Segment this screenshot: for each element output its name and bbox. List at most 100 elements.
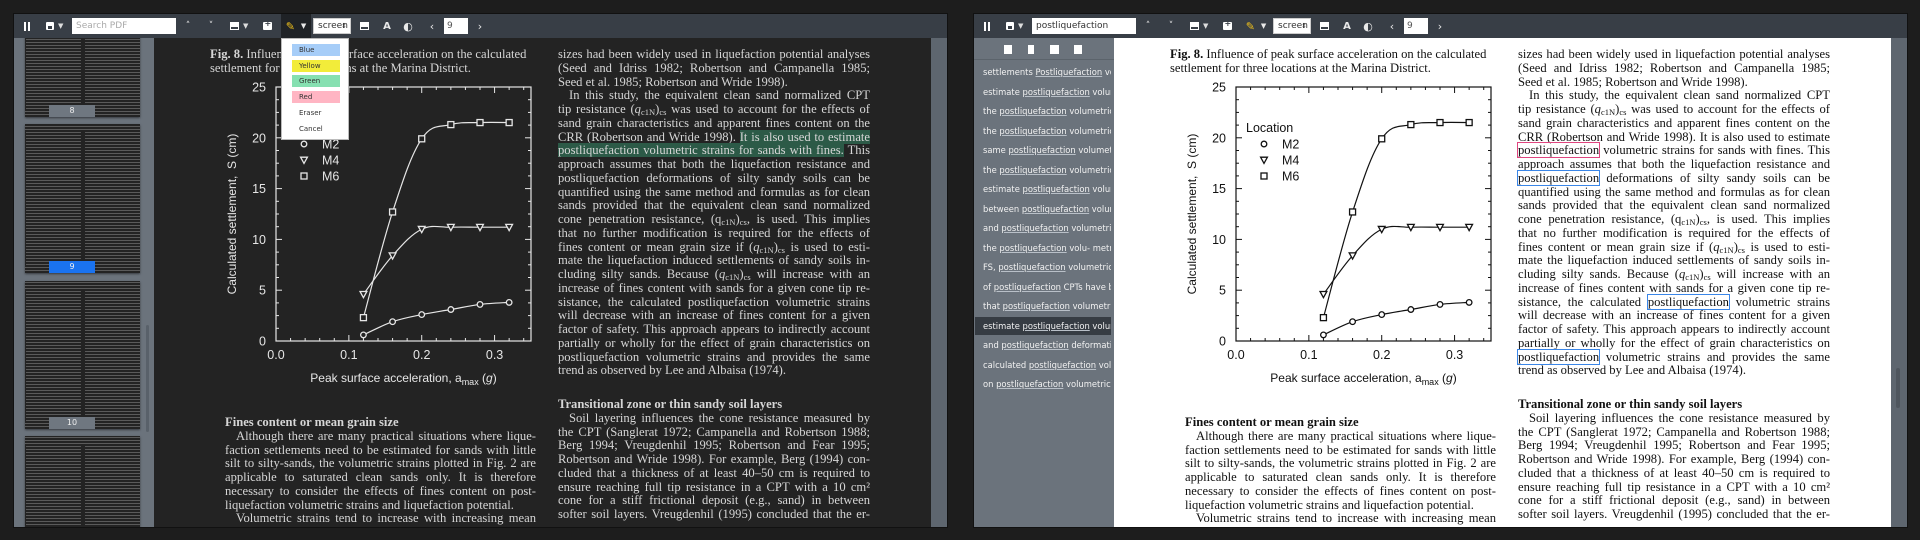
result-prefix: same (983, 145, 1009, 155)
search-result-item[interactable]: the postliquefaction volumetric st... (975, 161, 1111, 179)
search-result-item[interactable]: estimate postliquefaction volumet... (975, 83, 1111, 101)
y-tick-label: 15 (1212, 182, 1226, 196)
dark-mode-button[interactable]: ◐ (1362, 14, 1374, 38)
zoom-mode-select[interactable]: screen ⇕ (313, 18, 351, 34)
x-axis-label-part: Peak surface acceleration, a (310, 371, 462, 385)
sidebar-toggle-button[interactable] (980, 14, 994, 38)
signature-button[interactable] (228, 14, 240, 38)
comment-icon[interactable] (1050, 45, 1059, 54)
image-button[interactable] (358, 14, 370, 38)
bookmark-icon[interactable] (1028, 45, 1034, 54)
pdf-viewer-window-dark: ▼ Search PDF ˄ ˅ ▼ ✎▼ screen⇕ A ◐ ‹ › 89… (14, 14, 947, 527)
search-result-item[interactable]: on postliquefaction volumetric str... (975, 375, 1111, 393)
marker-circle (418, 311, 426, 319)
highlight-option-red[interactable]: Red (292, 91, 340, 104)
scrollbar-thumb[interactable] (1896, 368, 1900, 408)
text-button[interactable]: A (381, 14, 393, 38)
y-tick-label: 10 (1212, 233, 1226, 247)
result-suffix: volumetric st... (1069, 125, 1111, 136)
next-page-button[interactable]: › (1434, 14, 1446, 38)
x-tick-label: 0.3 (1446, 348, 1463, 362)
save-button[interactable] (44, 14, 56, 38)
marker-circle (300, 140, 308, 148)
previous-page-button[interactable]: ‹ (1386, 14, 1398, 38)
search-result-item[interactable]: the postliquefaction volu- metric s... (975, 239, 1111, 257)
search-document-icon[interactable] (1074, 45, 1082, 54)
signature-button[interactable] (1188, 14, 1200, 38)
result-prefix: the (983, 106, 1000, 116)
search-result-item[interactable]: same postliquefaction volumetric ... (975, 141, 1111, 159)
viewer-body: settlements Postliquefaction volu... esti… (974, 38, 1907, 527)
dark-mode-button[interactable]: ◐ (402, 14, 414, 38)
caret-down-icon: ▼ (243, 22, 249, 30)
file-icon[interactable] (1004, 45, 1012, 54)
x-tick-label: 0.0 (1227, 348, 1244, 362)
search-result-item[interactable]: estimate postliquefaction volumet... (975, 180, 1111, 198)
result-prefix: between (983, 203, 1022, 214)
thumbnail-page-label: 9 (49, 261, 95, 273)
document-scrollbar[interactable] (1891, 38, 1907, 527)
marker-circle (476, 300, 484, 308)
sidebar-toggle-button[interactable] (20, 14, 34, 38)
search-previous-button[interactable]: ˄ (182, 14, 194, 38)
search-result-item[interactable]: FS, postliquefaction volumetric str... (975, 258, 1111, 276)
page-number-input[interactable] (444, 18, 468, 34)
x-axis-label: Peak surface acceleration, amax (g) (310, 371, 496, 387)
result-match-term: Postliquefaction (1035, 67, 1103, 77)
dark-mode-icon: ◐ (403, 19, 413, 33)
result-prefix: on (983, 379, 997, 389)
search-result-item[interactable]: of postliquefaction CPTs have bee... (975, 278, 1111, 296)
search-input[interactable] (72, 18, 176, 34)
marker-square (1465, 118, 1473, 127)
highlight-option-yellow[interactable]: Yellow (292, 59, 340, 72)
image-button[interactable] (1318, 14, 1330, 38)
search-previous-button[interactable]: ˄ (1142, 14, 1154, 38)
page-thumbnail[interactable] (25, 281, 140, 429)
page-thumbnail[interactable] (25, 124, 140, 273)
search-result-item[interactable]: the postliquefaction volumetric st... (975, 122, 1111, 140)
x-axis-label-part: max (1422, 377, 1440, 387)
y-tick-label: 0 (259, 335, 266, 349)
result-match-term: postliquefaction (998, 262, 1066, 272)
font-icon: A (1343, 20, 1351, 32)
highlight-option-green[interactable]: Green (292, 75, 340, 88)
page-thumbnail[interactable] (25, 436, 140, 527)
document-scrollbar[interactable] (931, 38, 947, 527)
add-comment-button[interactable] (261, 14, 273, 38)
previous-page-button[interactable]: ‹ (426, 14, 438, 38)
x-axis-label-part: ) (493, 371, 497, 385)
result-match-term: postliquefaction (1008, 145, 1076, 155)
viewer-body: 8 9 10 Fig. 8. Influence of peak surface a… (14, 38, 947, 527)
search-next-button[interactable]: ˅ (1165, 14, 1177, 38)
result-suffix: volumet... (1091, 203, 1111, 214)
legend-label: M4 (322, 154, 339, 168)
search-result-item[interactable]: between postliquefaction volumet... (975, 200, 1111, 218)
text-button[interactable]: A (1341, 14, 1353, 38)
search-result-item[interactable]: that postliquefaction volumetric s... (975, 297, 1111, 315)
marker-square (1319, 313, 1328, 322)
highlight-option-eraser[interactable]: Eraser (292, 107, 340, 119)
add-comment-button[interactable] (1221, 14, 1233, 38)
highlight-option-cancel[interactable]: Cancel (292, 123, 340, 135)
highlight-button[interactable]: ✎ ▼ (281, 14, 311, 38)
search-result-item[interactable]: calculated postliquefaction volum... (975, 356, 1111, 374)
highlight-button[interactable]: ✎ ▼ (1241, 14, 1271, 38)
result-suffix: volumetric st... (1069, 164, 1111, 175)
save-button[interactable] (1004, 14, 1016, 38)
marker-triangle (504, 223, 514, 232)
search-input[interactable] (1032, 18, 1136, 34)
search-result-item[interactable]: the postliquefaction volumetric st... (975, 102, 1111, 120)
marker-circle (1407, 306, 1415, 313)
search-result-item[interactable]: and postliquefaction deformation... (975, 336, 1111, 354)
search-result-item[interactable]: estimate postliquefaction volumet... (975, 316, 1111, 335)
next-page-button[interactable]: › (474, 14, 486, 38)
search-result-item[interactable]: and postliquefaction volumetric st... (975, 219, 1111, 237)
highlight-option-blue[interactable]: Blue (292, 44, 340, 56)
search-next-button[interactable]: ˅ (205, 14, 217, 38)
sidebar-scrollbar[interactable] (146, 325, 149, 432)
zoom-mode-select[interactable]: screen ⇕ (1273, 18, 1311, 34)
search-result-item[interactable]: settlements Postliquefaction volu... (975, 63, 1111, 81)
y-tick-label: 25 (1212, 81, 1226, 95)
marker-triangle (1259, 156, 1269, 165)
page-number-input[interactable] (1404, 18, 1428, 34)
